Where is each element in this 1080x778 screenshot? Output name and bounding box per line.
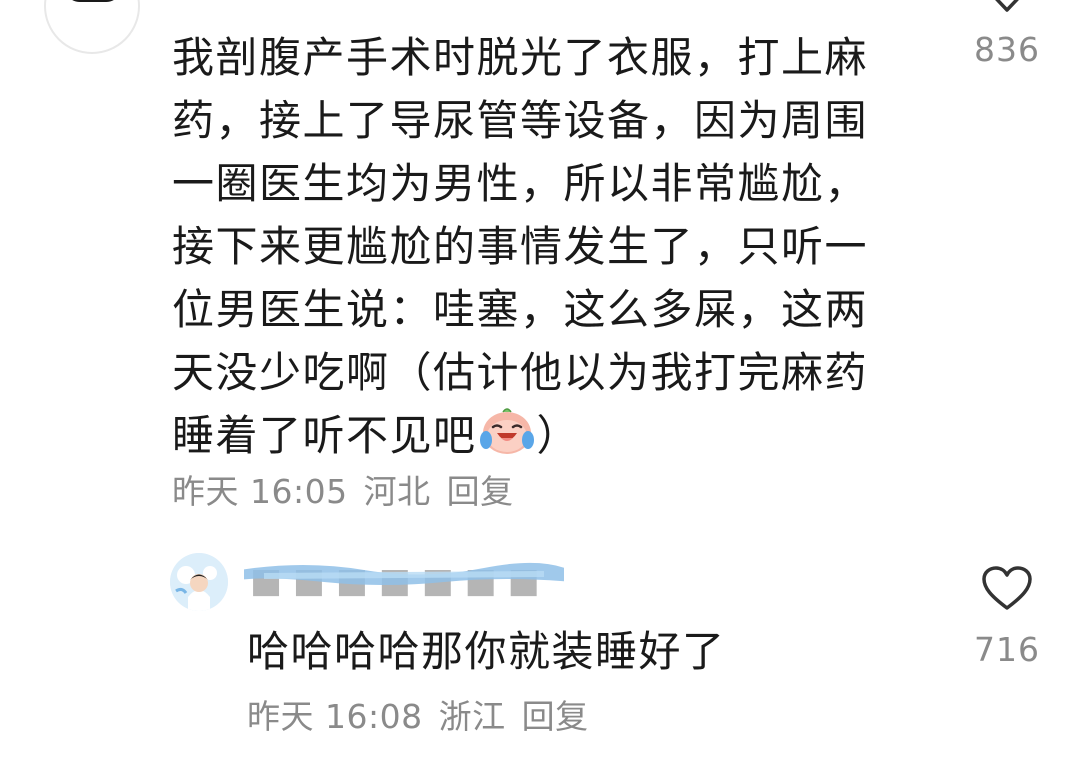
- comment-line: 药，接上了导尿管等设备，因为周围: [172, 96, 869, 145]
- comment-line: 一圈医生均为男性，所以非常尴尬，: [172, 159, 869, 208]
- comment-text: 我剖腹产手术时脱光了衣服，打上麻 药，接上了导尿管等设备，因为周围 一圈医生均为…: [172, 26, 912, 467]
- reply-button[interactable]: 回复: [447, 472, 514, 511]
- reply-like-count: 716: [974, 630, 1040, 669]
- reply-button[interactable]: 回复: [522, 697, 589, 736]
- commenter-avatar[interactable]: [44, 0, 140, 54]
- heart-outline-icon[interactable]: [982, 0, 1032, 20]
- reply-location: 浙江: [438, 697, 506, 736]
- reply-username-blurred[interactable]: ■ ■ ■ ■ ■ ■ ■: [244, 556, 564, 598]
- comment-location: 河北: [363, 472, 431, 511]
- avatar-image: [170, 553, 228, 611]
- reply-meta: 昨天 16:08 浙江 回复: [247, 690, 589, 738]
- comment-line: 天没少吃啊（估计他以为我打完麻药: [172, 348, 869, 397]
- avatar-graphic: [64, 0, 122, 2]
- comment-line: 位男医生说：哇塞，这么多屎，这两: [172, 285, 869, 334]
- reply-text: 哈哈哈哈那你就装睡好了: [247, 627, 726, 676]
- reply-like-group[interactable]: 716: [962, 566, 1052, 669]
- comment-line: 接下来更尴尬的事情发生了，只听一: [172, 222, 869, 271]
- comment-line-last: 睡着了听不见吧 ）: [172, 404, 912, 467]
- reply-time: 昨天 16:08: [247, 697, 423, 736]
- comment-like-count: 836: [974, 30, 1040, 69]
- comment-line: 睡着了听不见吧: [172, 411, 477, 460]
- comment-time: 昨天 16:05: [172, 472, 348, 511]
- comment-line: 我剖腹产手术时脱光了衣服，打上麻: [172, 33, 869, 82]
- heart-outline-icon[interactable]: [981, 566, 1033, 612]
- reply-avatar[interactable]: [170, 553, 228, 611]
- comment-like-group[interactable]: 836: [962, 0, 1052, 69]
- comment-meta: 昨天 16:05 河北 回复: [172, 465, 514, 513]
- comment-line-end: ）: [536, 411, 581, 460]
- crying-laughing-emoji-icon: [479, 406, 535, 473]
